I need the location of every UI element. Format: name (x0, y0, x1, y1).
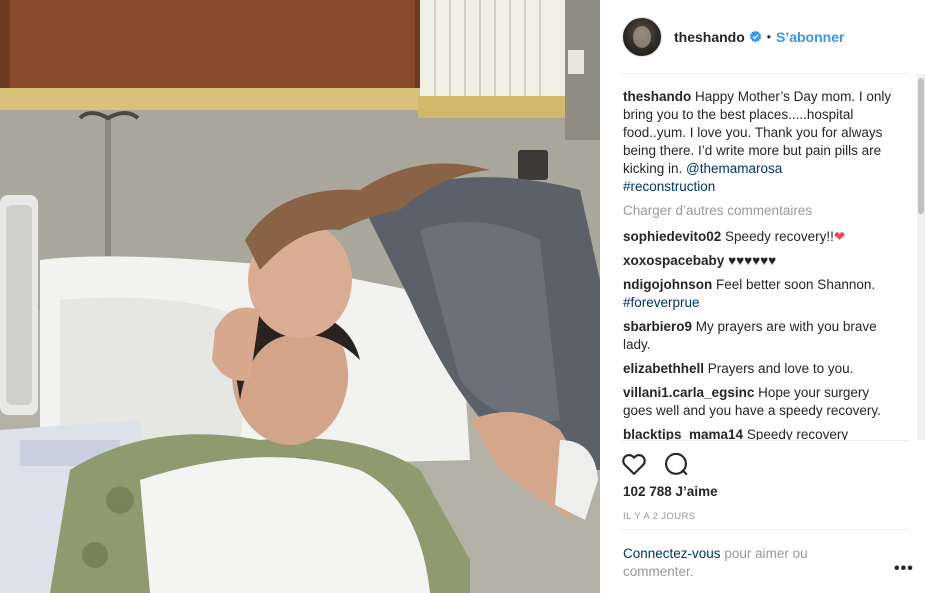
comment-username[interactable]: ndigojohnson (623, 277, 712, 292)
hashtag-link[interactable]: #foreverprue (623, 295, 700, 310)
post-timestamp: IL Y A 2 JOURS (623, 511, 696, 522)
comments-list: theshando Happy Mother’s Day mom. I only… (623, 88, 895, 440)
post-username[interactable]: theshando (674, 29, 745, 45)
divider (622, 529, 910, 530)
comment-text: Feel better soon Shannon. (716, 277, 876, 292)
comment-text: Prayers and love to you. (707, 361, 854, 376)
comment-username[interactable]: xoxospacebaby (623, 253, 724, 268)
list-item: villani1.carla_egsinc Hope your surgery … (623, 384, 895, 420)
likes-count[interactable]: 102 788 J’aime (623, 484, 718, 499)
heart-emoji-icon: ❤ (833, 229, 846, 244)
more-options-button[interactable]: ••• (894, 560, 914, 578)
comment-text: Speedy recovery (746, 427, 849, 440)
comment-username[interactable]: villani1.carla_egsinc (623, 385, 754, 400)
list-item: sophiedevito02 Speedy recovery!!❤ (623, 228, 895, 246)
comment-text: Speedy recovery!! (725, 229, 834, 244)
comment-text: ♥♥♥♥♥♥ (728, 253, 777, 268)
comment-username[interactable]: theshando (623, 89, 691, 104)
comment-username[interactable]: elizabethhell (623, 361, 704, 376)
follow-button[interactable]: S’abonner (776, 29, 844, 45)
list-item: blacktips_mama14 Speedy recovery (623, 426, 895, 440)
comment-username[interactable]: blacktips_mama14 (623, 427, 743, 440)
avatar[interactable] (622, 16, 662, 57)
comment-username[interactable]: sbarbiero9 (623, 319, 692, 334)
comments-scrollbar[interactable] (917, 74, 925, 440)
separator-dot: • (766, 29, 771, 44)
hashtag-link[interactable]: #reconstruction (623, 179, 715, 194)
login-link[interactable]: Connectez-vous (623, 546, 721, 561)
list-item: sbarbiero9 My prayers are with you brave… (623, 318, 895, 354)
login-prompt: Connectez-vous pour aimer ou commenter. (623, 545, 853, 581)
divider (622, 440, 910, 441)
heart-outline-icon[interactable] (620, 450, 648, 478)
mention-link[interactable]: @themamarosa (686, 161, 782, 176)
load-more-comments-button[interactable]: Charger d’autres commentaires (623, 202, 895, 220)
caption-comment: theshando Happy Mother’s Day mom. I only… (623, 88, 895, 196)
verified-badge-icon (749, 30, 761, 43)
speech-bubble-icon[interactable] (662, 450, 690, 478)
scrollbar-thumb[interactable] (918, 78, 924, 214)
list-item: xoxospacebaby ♥♥♥♥♥♥ (623, 252, 895, 270)
comment-username[interactable]: sophiedevito02 (623, 229, 721, 244)
hospital-photo-illustration (0, 0, 600, 593)
post-header: theshando • S’abonner (622, 14, 910, 59)
post-side-panel: theshando • S’abonner theshando Happy Mo… (600, 0, 925, 593)
divider (622, 73, 910, 74)
list-item: ndigojohnson Feel better soon Shannon. #… (623, 276, 895, 312)
list-item: elizabethhell Prayers and love to you. (623, 360, 895, 378)
post-photo (0, 0, 600, 593)
post-actions (620, 450, 690, 478)
